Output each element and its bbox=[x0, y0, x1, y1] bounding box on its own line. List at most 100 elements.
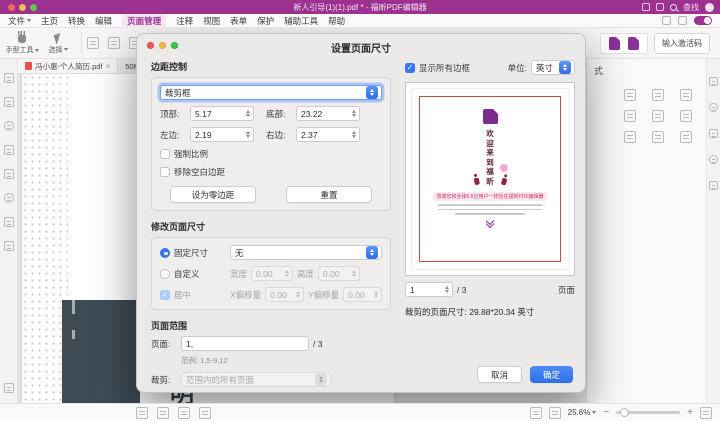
sidebar-settings-icon[interactable] bbox=[4, 383, 14, 393]
align-top-icon[interactable] bbox=[624, 110, 636, 122]
search-icon[interactable] bbox=[670, 4, 677, 11]
comments-panel-icon[interactable] bbox=[4, 169, 14, 179]
distribute-vertical-icon[interactable] bbox=[652, 131, 664, 143]
fields-panel-icon[interactable] bbox=[4, 217, 14, 227]
stepper-arrows[interactable] bbox=[445, 286, 449, 294]
insert-pages-icon[interactable] bbox=[108, 37, 120, 49]
activation-code-button[interactable]: 输入激活码 bbox=[654, 33, 710, 54]
box-type-dropdown[interactable]: 裁剪框 bbox=[160, 85, 382, 100]
menu-help[interactable]: 帮助 bbox=[328, 15, 345, 27]
purple-doc-icon[interactable] bbox=[609, 37, 620, 50]
fixed-size-dropdown[interactable]: 无 bbox=[230, 245, 382, 260]
custom-size-radio[interactable] bbox=[160, 269, 170, 279]
height-field: 0.00 bbox=[318, 266, 360, 281]
close-icon[interactable]: × bbox=[106, 62, 111, 71]
center-checkbox bbox=[160, 290, 170, 300]
arrange-icon[interactable] bbox=[680, 131, 692, 143]
align-bottom-icon[interactable] bbox=[680, 110, 692, 122]
signatures-panel-icon[interactable] bbox=[4, 241, 14, 251]
bell-icon[interactable] bbox=[678, 16, 687, 25]
height-label: 高度 bbox=[297, 268, 314, 280]
theme-toggle[interactable] bbox=[694, 16, 712, 25]
distribute-horizontal-icon[interactable] bbox=[624, 131, 636, 143]
last-page-icon[interactable] bbox=[199, 407, 211, 419]
search-panel-icon[interactable] bbox=[4, 121, 14, 131]
reset-button[interactable]: 重置 bbox=[286, 186, 372, 203]
fullscreen-window-button[interactable] bbox=[30, 4, 37, 11]
align-center-icon[interactable] bbox=[652, 89, 664, 101]
zero-margins-button[interactable]: 设为零边距 bbox=[170, 186, 256, 203]
menu-accessibility[interactable]: 辅助工具 bbox=[284, 15, 318, 27]
more-tab-icon[interactable] bbox=[709, 181, 718, 190]
layers-panel-icon[interactable] bbox=[4, 193, 14, 203]
fixed-size-radio[interactable] bbox=[160, 248, 170, 258]
top-margin-field[interactable]: 5.17 bbox=[190, 106, 254, 121]
fit-page-icon[interactable] bbox=[549, 407, 561, 419]
bottom-margin-field[interactable]: 23.22 bbox=[296, 106, 360, 121]
fixed-size-label: 固定尺寸 bbox=[174, 247, 226, 259]
menu-convert[interactable]: 转换 bbox=[68, 15, 85, 27]
next-page-icon[interactable] bbox=[178, 407, 190, 419]
dialog-title: 设置页面尺寸 bbox=[137, 40, 585, 55]
minimize-window-button[interactable] bbox=[19, 4, 26, 11]
stamps-tab-icon[interactable] bbox=[709, 129, 718, 138]
chevron-down-icon bbox=[592, 411, 596, 414]
select-tool-button[interactable]: 选择 bbox=[40, 32, 76, 55]
align-left-icon[interactable] bbox=[624, 89, 636, 101]
layout-icon[interactable] bbox=[662, 16, 671, 25]
account-icon[interactable] bbox=[705, 3, 714, 12]
unit-dropdown[interactable]: 英寸 bbox=[531, 60, 575, 75]
first-page-icon[interactable] bbox=[136, 407, 148, 419]
properties-tab-icon[interactable] bbox=[709, 103, 718, 112]
menu-form[interactable]: 表单 bbox=[230, 15, 247, 27]
ok-button[interactable]: 确定 bbox=[530, 366, 573, 383]
page-range-field[interactable]: 1, bbox=[181, 336, 309, 351]
menu-edit[interactable]: 编辑 bbox=[95, 15, 112, 27]
document-tab-1[interactable]: 冯小惠-个人简历.pdf × bbox=[18, 59, 118, 73]
purple-doc2-icon[interactable] bbox=[628, 37, 639, 50]
find-label[interactable]: 查找 bbox=[683, 2, 699, 13]
bookmarks-panel-icon[interactable] bbox=[4, 73, 14, 83]
notification-icon[interactable] bbox=[656, 3, 664, 11]
share-icon[interactable] bbox=[642, 3, 650, 11]
stepper-arrows bbox=[285, 270, 289, 278]
zoom-level[interactable]: 25.6% bbox=[568, 408, 597, 417]
menu-protect[interactable]: 保护 bbox=[257, 15, 274, 27]
signature-tab-icon[interactable] bbox=[709, 155, 718, 164]
constrain-proportions-checkbox[interactable] bbox=[160, 149, 170, 159]
align-right-icon[interactable] bbox=[680, 89, 692, 101]
menu-page-management[interactable]: 页面管理 bbox=[122, 14, 166, 28]
stepper-arrows[interactable] bbox=[246, 131, 250, 139]
stepper-arrows[interactable] bbox=[246, 110, 250, 118]
preview-page-field[interactable]: 1 bbox=[405, 282, 453, 297]
zoom-slider[interactable] bbox=[616, 411, 680, 414]
format-tab-icon[interactable] bbox=[709, 77, 718, 86]
thumbnails-panel-icon[interactable] bbox=[4, 97, 14, 107]
menu-home[interactable]: 主页 bbox=[41, 15, 58, 27]
hand-tool-button[interactable]: 手型工具 bbox=[4, 31, 40, 55]
right-margin-field[interactable]: 2.37 bbox=[296, 127, 360, 142]
stepper-arrows[interactable] bbox=[352, 131, 356, 139]
zoom-out-button[interactable]: − bbox=[603, 408, 609, 418]
menu-view[interactable]: 视图 bbox=[203, 15, 220, 27]
menu-file[interactable]: 文件 bbox=[8, 15, 31, 27]
attachments-panel-icon[interactable] bbox=[4, 145, 14, 155]
close-window-button[interactable] bbox=[8, 4, 15, 11]
remove-blank-margins-checkbox[interactable] bbox=[160, 167, 170, 177]
prev-page-icon[interactable] bbox=[157, 407, 169, 419]
align-middle-icon[interactable] bbox=[652, 110, 664, 122]
show-borders-checkbox[interactable] bbox=[405, 63, 415, 73]
fit-width-icon[interactable] bbox=[530, 407, 542, 419]
margin-section-title: 边距控制 bbox=[151, 60, 391, 73]
cancel-button[interactable]: 取消 bbox=[477, 366, 522, 383]
fullscreen-icon[interactable] bbox=[700, 407, 712, 419]
zoom-in-button[interactable]: + bbox=[687, 408, 693, 418]
crop-pages-icon[interactable] bbox=[87, 37, 99, 49]
x-offset-label: X偏移量 bbox=[230, 289, 261, 301]
menu-comment[interactable]: 注释 bbox=[176, 15, 193, 27]
zoom-slider-thumb[interactable] bbox=[620, 408, 629, 417]
left-margin-field[interactable]: 2.19 bbox=[190, 127, 254, 142]
bottom-margin-label: 底部: bbox=[266, 108, 292, 120]
range-section-title: 页面范围 bbox=[151, 319, 391, 332]
stepper-arrows[interactable] bbox=[352, 110, 356, 118]
